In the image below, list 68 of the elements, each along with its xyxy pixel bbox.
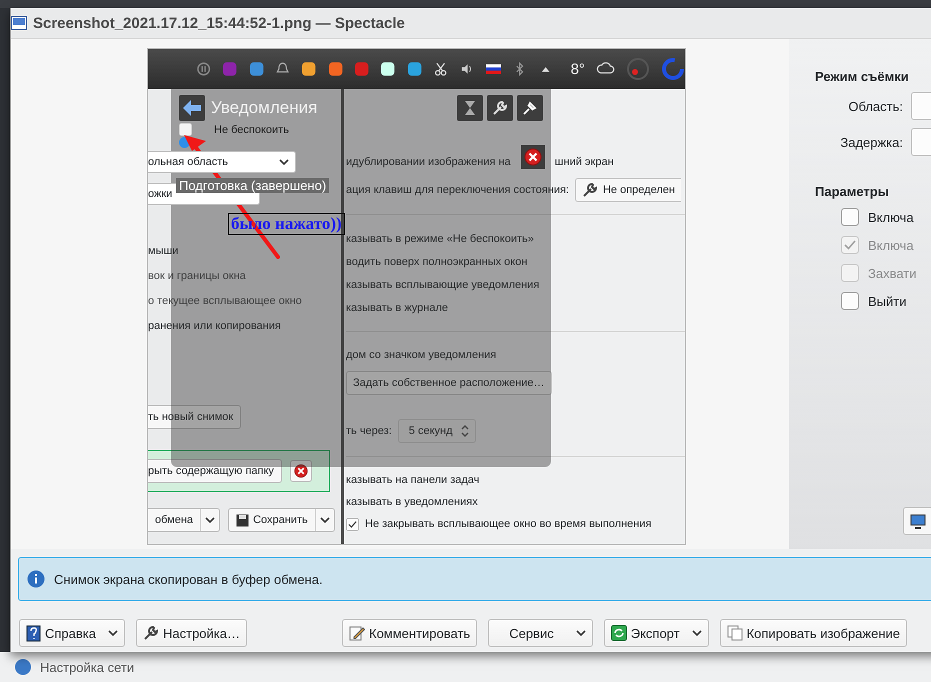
checkbox-label: Включа [868,238,914,252]
option-label: казывать всплывающие уведомления [346,278,540,290]
taskbar-item-label: Настройка сети [40,660,134,674]
spin-box[interactable]: 5 секунд [398,419,476,443]
option-label: казывать в режиме «Не беспокоить» [346,232,534,244]
popup-title: Уведомления [211,98,318,118]
option-label: казывать в журнале [346,302,448,314]
field-label: Область: [847,98,903,114]
option-label: казывать на панели задач [346,474,480,486]
open-folder-button[interactable]: рыть содержащую папку [148,459,282,483]
option-label: казывать в уведомлениях [346,496,478,508]
image-icon [11,15,27,31]
option-label: мыши [148,244,180,259]
pencil-note-icon [349,625,365,641]
do-not-disturb-label: Не беспокоить [214,124,289,136]
checkbox[interactable] [179,123,192,136]
area-combo[interactable]: ольная область [148,151,296,173]
screenshot-button[interactable] [903,507,931,535]
chevron-down-icon [320,516,330,524]
chevron-down-icon [279,158,289,166]
close-button[interactable] [290,460,312,482]
info-icon [27,570,45,588]
option-label: водить поверх полноэкранных окон [346,256,528,268]
checkbox-label: Захвати [868,266,917,280]
checkbox[interactable] [346,518,359,530]
option-label: ранения или копирования [148,319,282,334]
checkbox[interactable] [841,292,859,310]
field-label: Задержка: [839,134,903,150]
scissors-icon[interactable] [432,61,448,77]
pause-icon[interactable] [196,61,212,77]
job-title: Подготовка (завершено) [176,178,330,193]
help-book-icon [26,624,41,642]
toolbar-button[interactable]: Сервис [488,619,593,647]
toolbar-button[interactable]: Настройка… [136,619,247,647]
flag-icon[interactable] [486,61,501,77]
section-heading: Режим съёмки [815,69,910,84]
position-label: дом со значком уведомления [346,349,496,361]
ring-icon[interactable] [626,57,650,81]
message-text: Снимок экрана скопирован в буфер обмена. [54,572,323,586]
custom-position-button[interactable]: Задать собственное расположение… [346,371,552,395]
wrench-icon [143,625,159,641]
toolbar-button[interactable]: Справка [19,619,125,647]
wrench-icon [582,182,598,198]
export-icon [610,625,627,641]
pin-icon[interactable] [517,95,543,121]
checkbox-label: Включа [868,210,914,224]
window-title: Screenshot_2021.17.12_15:44:52-1.png — Spectacle [33,14,405,32]
option-label: Не закрывать всплывающее окно во время выполнения [365,518,652,530]
temperature-label: 8° [570,60,585,78]
toolbar-button[interactable]: Экспорт [604,619,709,647]
option-label: идублировании изображения на [346,156,511,168]
hide-delay-label: ть через: [346,425,392,437]
shortcut-button[interactable]: Не определен [574,178,681,202]
save-button[interactable]: Сохранить [228,508,335,532]
checkbox[interactable] [841,208,859,226]
checkbox-label: Выйти [868,294,906,308]
section-heading: Параметры [815,184,890,199]
toolbar-button[interactable]: Копировать изображение [720,619,908,647]
option-label: шний экран [554,156,614,168]
copy-button[interactable]: обмена [148,508,220,532]
chevron-down-icon [205,516,216,524]
spinner-arrows-icon [460,424,469,438]
copy-icon [726,625,743,641]
wrench-icon[interactable] [487,95,513,121]
toolbar-button[interactable]: Комментировать [342,619,478,647]
hourglass-icon[interactable] [457,95,483,121]
monitor-icon [910,514,926,528]
option-label: вок и границы окна [148,269,247,284]
